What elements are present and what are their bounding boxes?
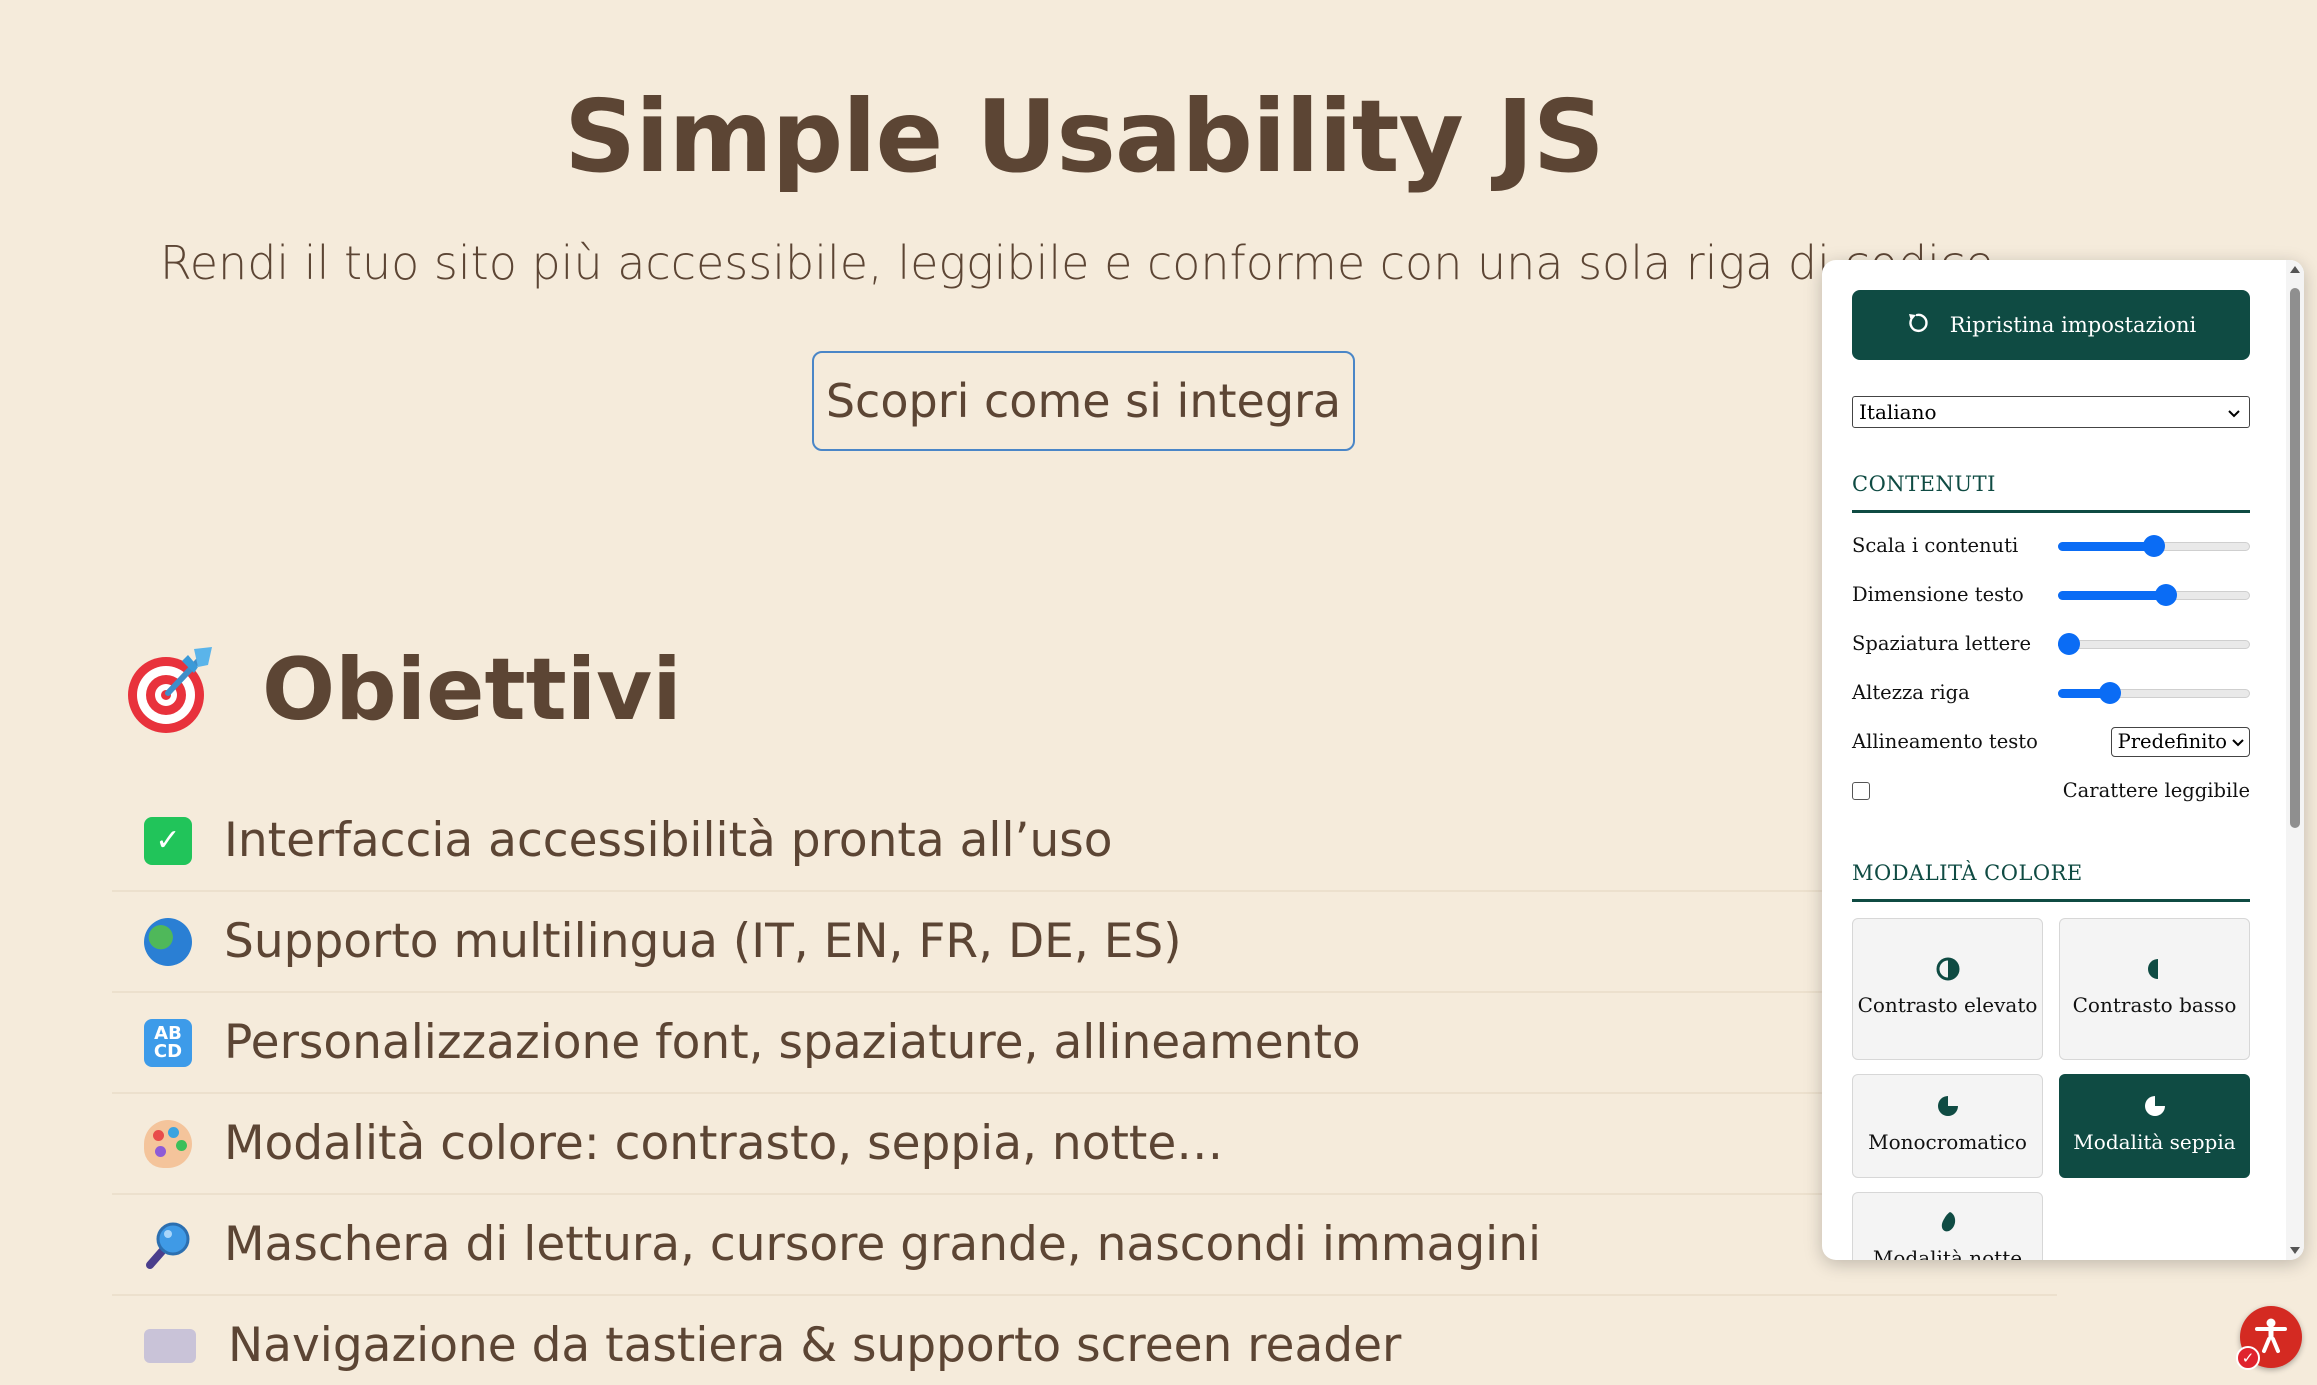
list-item: ✓ Interfaccia accessibilità pronta all’u…: [112, 791, 2057, 892]
slider-row: Dimensione testo: [1852, 570, 2250, 619]
abcd-icon: AB CD: [144, 1018, 192, 1067]
mode-label: Modalità notte: [1872, 1246, 2023, 1260]
list-item-label: Modalità colore: contrasto, seppia, nott…: [224, 1116, 1224, 1171]
list-item: AB CD Personalizzazione font, spaziature,…: [112, 993, 2057, 1094]
integration-button[interactable]: Scopri come si integra: [812, 351, 1355, 451]
chevron-down-icon: [2231, 730, 2245, 753]
slider-label: Spaziatura lettere: [1852, 632, 2031, 655]
list-item-label: Maschera di lettura, cursore grande, nas…: [224, 1217, 1542, 1272]
palette-icon: [144, 1119, 192, 1168]
slider-label: Scala i contenuti: [1852, 534, 2019, 557]
color-modes-grid: Contrasto elevato Contrasto basso Monocr…: [1852, 918, 2250, 1260]
objectives-title: Obiettivi: [262, 640, 682, 740]
globe-icon: [144, 917, 192, 966]
list-item-label: Supporto multilingua (IT, EN, FR, DE, ES…: [224, 914, 1182, 969]
slider-row: Scala i contenuti: [1852, 521, 2250, 570]
scroll-down-icon[interactable]: [2290, 1247, 2300, 1254]
align-label: Allineamento testo: [1852, 730, 2038, 753]
mode-label: Contrasto elevato: [1857, 993, 2038, 1017]
reset-label: Ripristina impostazioni: [1949, 313, 2197, 337]
text-size-slider[interactable]: [2058, 583, 2250, 606]
sepia-mode-button[interactable]: Modalità seppia: [2059, 1074, 2250, 1178]
keyboard-icon: [144, 1328, 196, 1363]
chevron-down-icon: [2227, 400, 2241, 424]
readable-font-row: Carattere leggibile: [1852, 766, 2250, 815]
mode-label: Modalità seppia: [2073, 1130, 2236, 1154]
language-select[interactable]: Italiano: [1852, 396, 2250, 428]
slider-label: Dimensione testo: [1852, 583, 2024, 606]
line-height-slider[interactable]: [2058, 681, 2250, 704]
reset-settings-button[interactable]: Ripristina impostazioni: [1852, 290, 2250, 360]
check-mark-icon: ✓: [144, 816, 192, 865]
slider-label: Altezza riga: [1852, 681, 1970, 704]
half-moon-icon: [2142, 956, 2168, 982]
low-contrast-button[interactable]: Contrasto basso: [2059, 918, 2250, 1060]
language-value: Italiano: [1859, 400, 1937, 424]
objectives-list: ✓ Interfaccia accessibilità pronta all’u…: [112, 791, 2057, 1385]
readable-font-checkbox[interactable]: [1852, 781, 1870, 800]
reset-icon: [1906, 312, 1928, 339]
quarter-pie-icon: [2142, 1093, 2168, 1119]
slider-thumb[interactable]: [2154, 583, 2177, 606]
align-value: Predefinito: [2117, 730, 2227, 753]
list-item-label: Navigazione da tastiera & supporto scree…: [228, 1318, 1402, 1373]
slider-thumb[interactable]: [2143, 534, 2165, 557]
list-item-label: Interfaccia accessibilità pronta all’uso: [224, 813, 1113, 868]
panel-scrollbar[interactable]: [2286, 260, 2304, 1260]
list-item: Modalità colore: contrasto, seppia, nott…: [112, 1094, 2057, 1195]
quarter-pie-icon: [1935, 1093, 1961, 1119]
target-dart-icon: [124, 643, 218, 737]
objectives-heading: Obiettivi: [124, 630, 682, 750]
slider-thumb[interactable]: [2058, 632, 2080, 655]
text-align-select[interactable]: Predefinito: [2110, 726, 2250, 757]
page-title: Simple Usability JS: [564, 78, 1605, 195]
active-check-badge: ✓: [2236, 1346, 2260, 1370]
monochrome-button[interactable]: Monocromatico: [1852, 1074, 2043, 1178]
mode-label: Contrasto basso: [2072, 993, 2237, 1017]
letter-spacing-slider[interactable]: [2058, 632, 2250, 655]
scroll-up-icon[interactable]: [2290, 266, 2300, 273]
half-circle-icon: [1935, 956, 1961, 982]
scrollbar-thumb[interactable]: [2290, 288, 2300, 828]
slider-row: Altezza riga: [1852, 668, 2250, 717]
align-row: Allineamento testo Predefinito: [1852, 717, 2250, 766]
drop-icon: [1935, 1209, 1961, 1235]
content-section-title: CONTENUTI: [1852, 472, 2250, 513]
list-item: Maschera di lettura, cursore grande, nas…: [112, 1195, 2057, 1296]
slider-row: Spaziatura lettere: [1852, 619, 2250, 668]
accessibility-panel: Ripristina impostazioni Italiano CONTENU…: [1822, 260, 2304, 1260]
readable-font-label: Carattere leggibile: [2062, 779, 2250, 802]
list-item: Supporto multilingua (IT, EN, FR, DE, ES…: [112, 892, 2057, 993]
mode-label: Monocromatico: [1868, 1130, 2027, 1154]
color-section-title: MODALITÀ COLORE: [1852, 861, 2250, 902]
night-mode-button[interactable]: Modalità notte: [1852, 1192, 2043, 1260]
high-contrast-button[interactable]: Contrasto elevato: [1852, 918, 2043, 1060]
slider-thumb[interactable]: [2098, 681, 2121, 704]
list-item: Navigazione da tastiera & supporto scree…: [112, 1296, 2057, 1385]
list-item-label: Personalizzazione font, spaziature, alli…: [224, 1015, 1361, 1070]
magnifier-icon: [144, 1221, 192, 1269]
content-scale-slider[interactable]: [2058, 534, 2250, 557]
